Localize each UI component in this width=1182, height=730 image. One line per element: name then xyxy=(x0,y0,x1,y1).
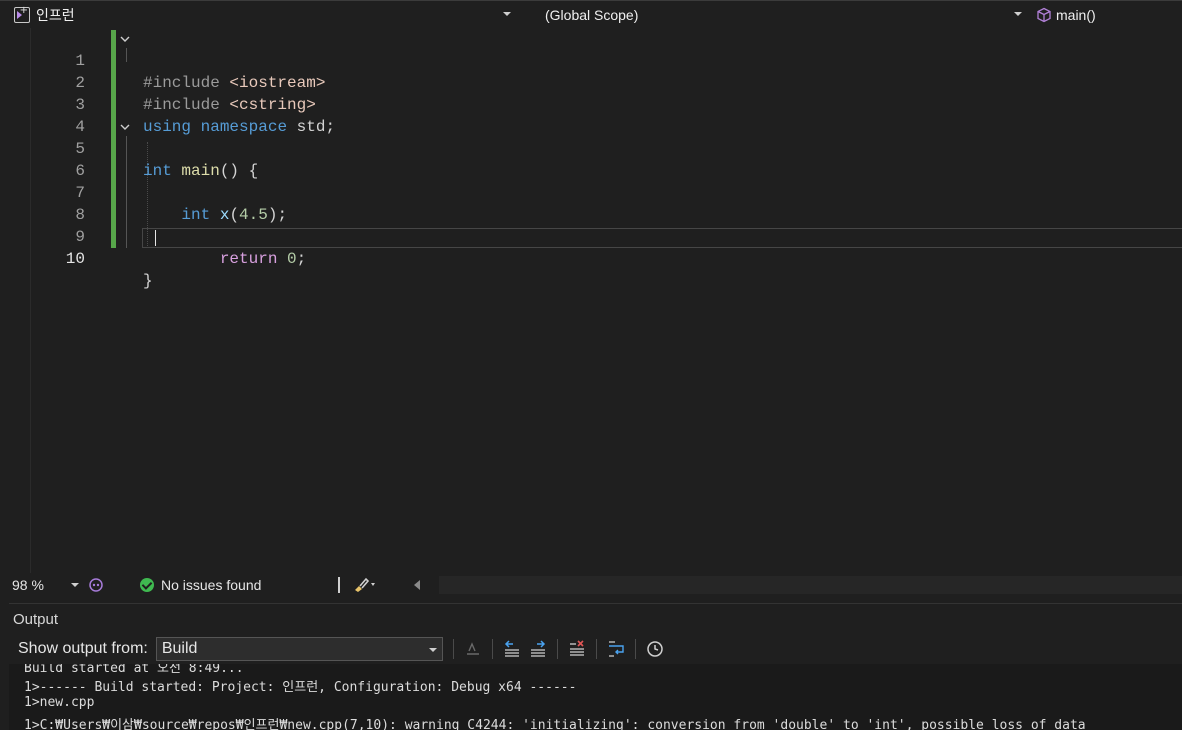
code-line: 9 return 0; xyxy=(9,204,1182,268)
output-source-value: Build xyxy=(161,640,198,657)
output-toolbar: Show output from: Build xyxy=(9,635,1182,663)
word-wrap-icon xyxy=(608,641,624,657)
text-caret xyxy=(155,230,156,246)
keyword-return: return xyxy=(219,250,278,268)
next-message-button[interactable] xyxy=(527,638,549,660)
clear-all-icon xyxy=(569,640,584,656)
scope-name: (Global Scope) xyxy=(545,7,639,23)
number-literal: 0 xyxy=(287,250,297,268)
output-text-area[interactable]: Build started at 오전 8:49... 1>------ Bui… xyxy=(9,664,1182,730)
output-line: 1>C:₩Users₩이삼₩source₩repos₩인프런₩new.cpp(7… xyxy=(24,718,1086,730)
chevron-down-icon xyxy=(1014,12,1022,16)
code-line: 6 xyxy=(9,138,1182,180)
copilot-icon[interactable] xyxy=(88,577,104,593)
previous-message-button[interactable] xyxy=(501,638,523,660)
code-line: 7 int x(4.5); xyxy=(9,160,1182,224)
chevron-down-icon xyxy=(503,12,511,16)
chevron-down-icon xyxy=(428,648,437,652)
output-source-dropdown[interactable]: Build xyxy=(155,637,443,661)
code-line: 5 int main() { xyxy=(9,116,1182,180)
zoom-dropdown[interactable]: 98 % xyxy=(9,575,81,595)
scroll-left-arrow[interactable] xyxy=(414,580,420,590)
find-message-in-code-button[interactable] xyxy=(462,638,484,660)
member-dropdown[interactable]: main() xyxy=(1032,3,1182,27)
project-name: 인프런 xyxy=(36,7,75,23)
clock-icon xyxy=(647,641,663,657)
line-number: 10 xyxy=(65,250,85,268)
closing-brace: } xyxy=(143,272,153,290)
code-line: 4 xyxy=(9,94,1182,136)
code-line: 3 using namespace std; xyxy=(9,72,1182,136)
output-title: Output xyxy=(13,611,59,628)
go-to-code-icon xyxy=(466,642,479,655)
member-name: main() xyxy=(1056,7,1096,23)
output-panel: Output Show output from: Build Build sta… xyxy=(9,603,1182,730)
separator xyxy=(338,577,340,593)
issues-indicator[interactable]: No issues found xyxy=(140,577,330,593)
code-line: 1 #include <iostream> xyxy=(9,28,1182,92)
code-line: 2 #include <cstring> xyxy=(9,50,1182,114)
toggle-word-wrap-button[interactable] xyxy=(605,638,627,660)
output-line: 1>------ Build started: Project: 인프런, Co… xyxy=(24,680,577,695)
chevron-down-icon xyxy=(71,583,79,587)
previous-message-icon xyxy=(504,640,519,657)
separator xyxy=(452,639,454,659)
toggle-timestamps-button[interactable] xyxy=(644,638,666,660)
code-line: 8 xyxy=(9,182,1182,224)
next-message-icon xyxy=(530,640,545,657)
method-cube-icon xyxy=(1036,7,1052,23)
separator xyxy=(595,639,597,659)
editor-status-bar: 98 % No issues found xyxy=(9,574,1182,596)
horizontal-scrollbar[interactable] xyxy=(439,576,1182,594)
zoom-level: 98 % xyxy=(12,577,44,593)
separator xyxy=(491,639,493,659)
cpp-project-icon xyxy=(14,5,30,23)
separator xyxy=(556,639,558,659)
punctuation: ; xyxy=(296,250,307,268)
code-line: 10 } xyxy=(9,226,1182,290)
issues-text: No issues found xyxy=(161,577,262,593)
code-editor[interactable]: 1 #include <iostream> 2 #include <cstrin… xyxy=(9,28,1182,573)
output-line: Build started at 오전 8:49... xyxy=(24,664,244,676)
show-output-label: Show output from: xyxy=(18,640,148,657)
separator xyxy=(634,639,636,659)
project-dropdown[interactable]: 인프런 xyxy=(10,3,515,27)
check-circle-icon xyxy=(140,578,154,592)
output-line: 1>new.cpp xyxy=(24,695,95,710)
scope-dropdown[interactable]: (Global Scope) xyxy=(522,3,1026,27)
brush-icon[interactable] xyxy=(352,577,378,593)
navigation-bar: 인프런 (Global Scope) main() xyxy=(0,0,1182,28)
clear-all-button[interactable] xyxy=(566,638,588,660)
